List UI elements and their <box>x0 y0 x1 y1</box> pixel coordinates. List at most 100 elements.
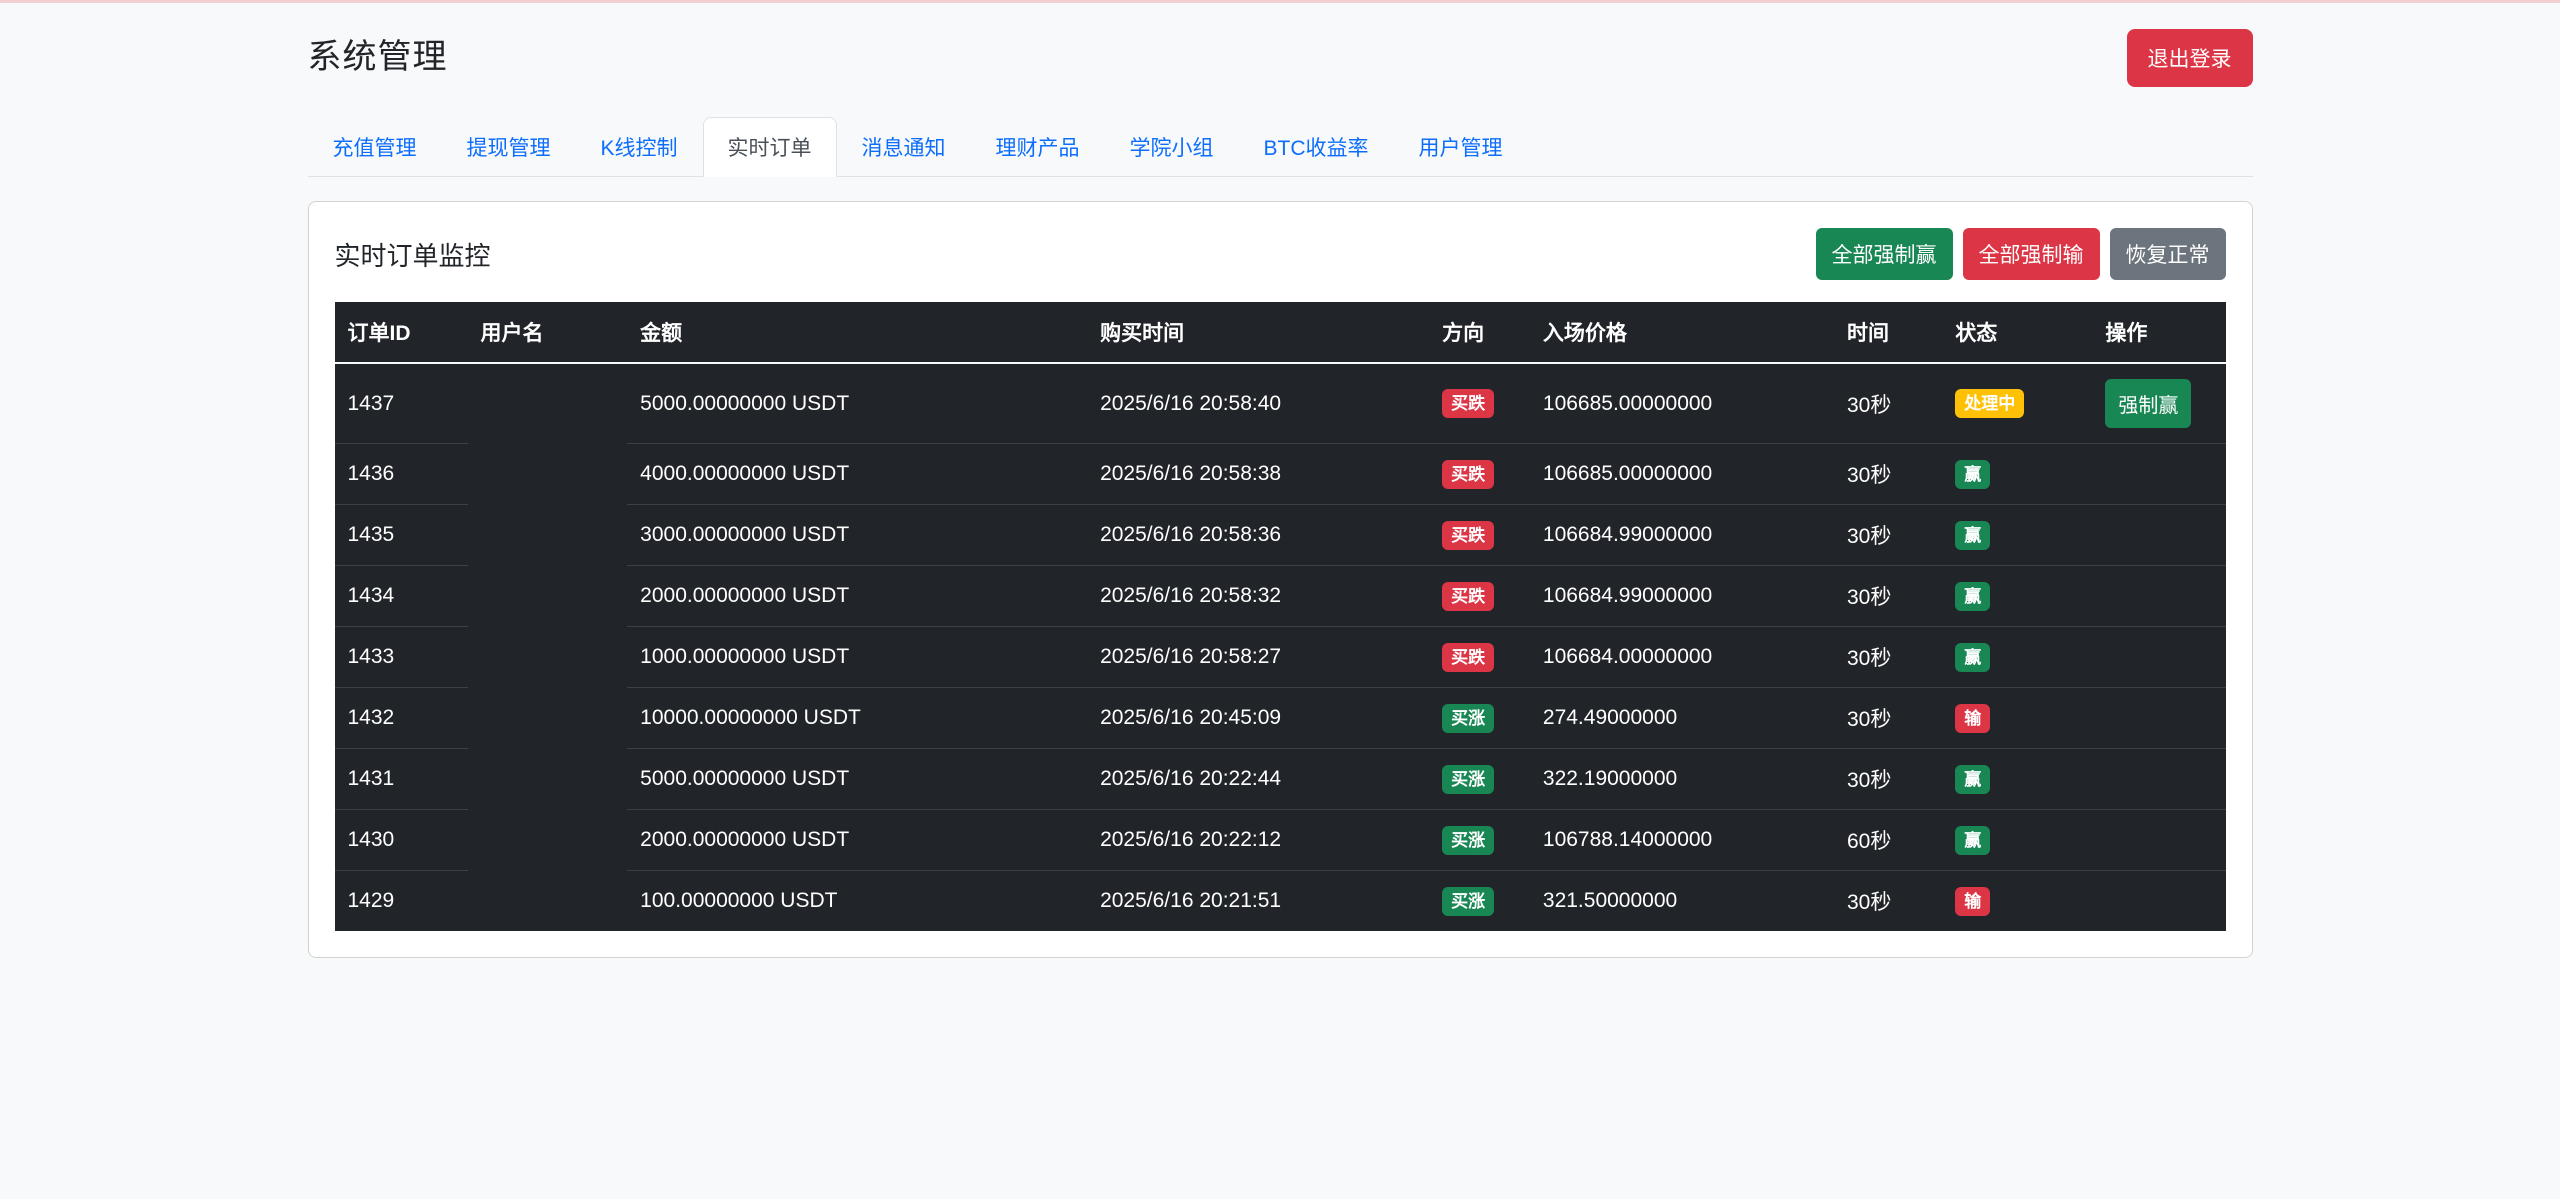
entry-price-cell: 106685.00000000 <box>1529 443 1834 504</box>
nav-tabs: 充值管理 提现管理 K线控制 实时订单 消息通知 理财产品 学院小组 BTC收益率 用户管理 <box>307 117 2253 177</box>
buy-time-cell: 2025/6/16 20:58:36 <box>1087 504 1430 565</box>
direction-cell: 买涨 <box>1429 687 1530 748</box>
status-cell: 赢 <box>1942 443 2093 504</box>
direction-badge: 买跌 <box>1442 581 1495 611</box>
order-id-cell: 1433 <box>334 626 468 687</box>
status-cell: 输 <box>1942 687 2093 748</box>
buy-time-cell: 2025/6/16 20:58:32 <box>1087 565 1430 626</box>
orders-card: 实时订单监控 全部强制赢 全部强制输 恢复正常 订单ID 用户名 金额 购买时间 方向入… <box>307 201 2253 958</box>
buy-time-cell: 2025/6/16 20:21:51 <box>1087 870 1430 931</box>
amount-cell: 5000.00000000 USDT <box>640 391 850 415</box>
direction-badge: 买涨 <box>1442 825 1495 855</box>
order-row: 1430 2000.00000000 USDT 2025/6/16 20:22:12… <box>334 809 2226 870</box>
username-cell <box>468 809 628 870</box>
duration-cell: 60秒 <box>1833 809 1943 870</box>
panel-actions: 全部强制赢 全部强制输 恢复正常 <box>1815 228 2226 280</box>
status-cell: 赢 <box>1942 626 2093 687</box>
direction-cell: 买涨 <box>1429 748 1530 809</box>
username-cell <box>468 364 628 443</box>
action-cell <box>2092 870 2226 931</box>
entry-price-cell: 106684.99000000 <box>1529 565 1834 626</box>
entry-price-cell: 321.50000000 <box>1529 870 1834 931</box>
buy-time-cell: 2025/6/16 20:45:09 <box>1087 687 1430 748</box>
column-header-3: 金额 <box>627 302 1088 364</box>
page-title: 系统管理 <box>307 38 448 76</box>
direction-badge: 买跌 <box>1442 459 1495 489</box>
action-cell <box>2092 443 2226 504</box>
direction-cell: 买跌 <box>1429 504 1530 565</box>
order-id-cell: 1430 <box>334 809 468 870</box>
column-header-7: 时间 <box>1833 302 1943 364</box>
direction-cell: 买涨 <box>1429 870 1530 931</box>
status-cell: 赢 <box>1942 504 2093 565</box>
table-header-row: 订单ID 用户名 金额 购买时间 方向 入场价格 时间 状态 操作 <box>334 302 2226 364</box>
tab-5[interactable]: 消息通知 <box>837 117 971 177</box>
status-cell: 处理中 <box>1942 364 2092 443</box>
direction-badge: 买跌 <box>1442 389 1495 418</box>
duration-cell: 30秒 <box>1833 504 1943 565</box>
direction-cell: 买跌 <box>1429 443 1530 504</box>
duration-cell: 30秒 <box>1833 626 1943 687</box>
status-cell: 赢 <box>1942 748 2093 809</box>
tab-2[interactable]: 提现管理 <box>442 117 576 177</box>
duration-cell: 30秒 <box>1833 687 1943 748</box>
order-row: 1433 1000.00000000 USDT 2025/6/16 20:58:27… <box>334 626 2226 687</box>
orders-table: 订单ID 用户名 金额 购买时间 方向 入场价格 时间 状态 操作 1437 5000.00000… <box>334 302 2226 931</box>
status-cell: 赢 <box>1942 809 2093 870</box>
orders-table-body: 1437 5000.00000000 USDT 2025/6/16 20:58:40… <box>334 364 2226 931</box>
direction-cell: 买跌 <box>1429 364 1530 443</box>
tab-9[interactable]: 用户管理 <box>1394 117 1528 177</box>
logout-button[interactable]: 退出登录 <box>2126 29 2253 87</box>
tab-1[interactable]: 充值管理 <box>308 117 442 177</box>
direction-badge: 买涨 <box>1442 886 1495 916</box>
tab-6[interactable]: 理财产品 <box>971 117 1105 177</box>
order-row: 1436 4000.00000000 USDT 2025/6/16 20:58:38… <box>334 443 2226 504</box>
restore-normal-button[interactable]: 恢复正常 <box>2109 228 2226 280</box>
card-header-row: 实时订单监控 全部强制赢 全部强制输 恢复正常 <box>335 228 2226 280</box>
entry-price-cell: 106788.14000000 <box>1529 809 1834 870</box>
entry-price-cell: 322.19000000 <box>1529 748 1834 809</box>
amount-cell: 100.00000000 USDT <box>627 870 1088 931</box>
duration-cell: 30秒 <box>1833 748 1943 809</box>
entry-price-cell: 274.49000000 <box>1529 687 1834 748</box>
action-cell <box>2092 809 2226 870</box>
username-cell <box>468 626 628 687</box>
tab-7[interactable]: 学院小组 <box>1105 117 1239 177</box>
force-win-button[interactable]: 强制赢 <box>2105 379 2192 428</box>
column-header-6: 入场价格 <box>1529 302 1834 364</box>
force-win-all-button[interactable]: 全部强制赢 <box>1815 228 1953 280</box>
duration-cell: 30秒 <box>1846 393 1892 417</box>
top-accent-bar <box>0 0 2560 3</box>
username-cell <box>468 443 628 504</box>
direction-badge: 买涨 <box>1442 703 1495 733</box>
main-container: 系统管理 退出登录 充值管理 提现管理 K线控制 实时订单 消息通知 理财产品 学院小组 BT… <box>307 29 2253 1138</box>
amount-cell: 1000.00000000 USDT <box>627 626 1088 687</box>
direction-cell: 买涨 <box>1429 809 1530 870</box>
tab-3[interactable]: K线控制 <box>576 117 703 177</box>
duration-cell: 30秒 <box>1833 443 1943 504</box>
direction-badge: 买跌 <box>1442 642 1495 672</box>
column-header-8: 状态 <box>1942 302 2093 364</box>
order-id-cell: 1431 <box>334 748 468 809</box>
tab-4[interactable]: 实时订单 <box>702 117 837 177</box>
status-cell: 赢 <box>1942 565 2093 626</box>
force-lose-all-button[interactable]: 全部强制输 <box>1962 228 2100 280</box>
status-badge: 输 <box>1955 886 1991 916</box>
action-cell <box>2092 504 2226 565</box>
amount-cell: 4000.00000000 USDT <box>627 443 1088 504</box>
column-header-5: 方向 <box>1429 302 1530 364</box>
buy-time-cell: 2025/6/16 20:58:40 <box>1100 391 1282 415</box>
order-id-cell: 1436 <box>334 443 468 504</box>
panel-title: 实时订单监控 <box>334 240 491 271</box>
amount-cell: 5000.00000000 USDT <box>627 748 1088 809</box>
amount-cell: 2000.00000000 USDT <box>627 809 1088 870</box>
column-header-4: 购买时间 <box>1087 302 1430 364</box>
column-header-1: 订单ID <box>334 302 468 364</box>
amount-cell: 10000.00000000 USDT <box>627 687 1088 748</box>
direction-cell: 买跌 <box>1429 626 1530 687</box>
status-badge: 赢 <box>1955 459 1991 489</box>
username-cell <box>468 565 628 626</box>
username-cell <box>468 870 628 931</box>
status-badge: 处理中 <box>1955 389 2025 418</box>
tab-8[interactable]: BTC收益率 <box>1239 117 1394 177</box>
